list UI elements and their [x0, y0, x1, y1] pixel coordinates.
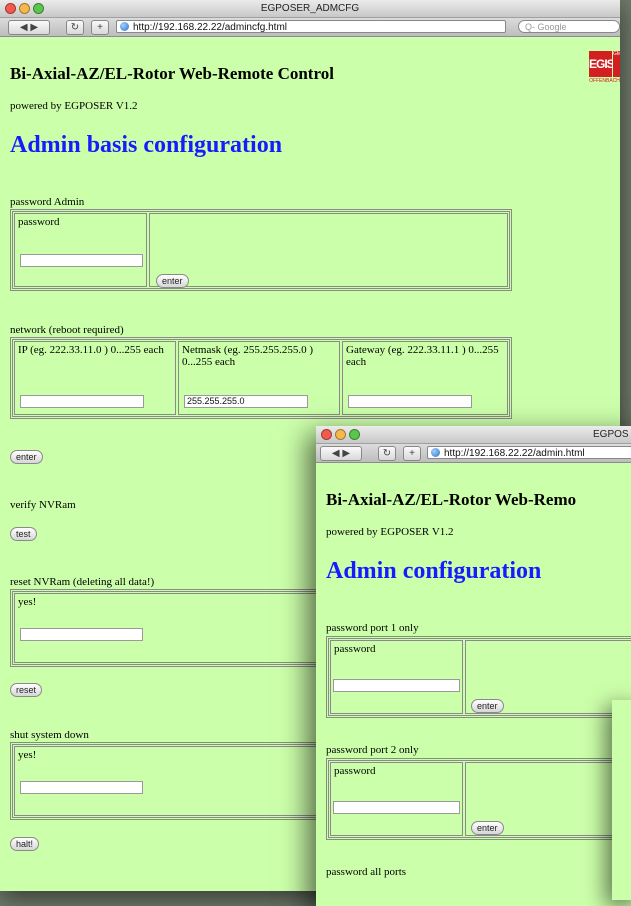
network-label: network (reboot required): [10, 324, 124, 336]
reset-button[interactable]: reset: [10, 683, 43, 697]
reload-button[interactable]: ↻: [378, 446, 396, 461]
port2-password-label: password port 2 only: [326, 744, 419, 756]
browser-toolbar: ◀ ▶ ↻ + http://192.168.22.22/admincfg.ht…: [0, 18, 620, 37]
gateway-label: Gateway (eg. 222.33.11.1 ) 0...255 each: [346, 344, 499, 368]
window-title: EGPOSER_ADMCFG: [260, 3, 360, 14]
port1-password-label: password port 1 only: [326, 622, 419, 634]
window-titlebar: EGPOSER_ADMCFG: [0, 0, 620, 18]
netmask-label: Netmask (eg. 255.255.255.0 ) 0...255 eac…: [182, 344, 314, 368]
add-bookmark-icon: +: [97, 22, 103, 33]
window-controls: [321, 429, 360, 440]
app-title: Bi-Axial-AZ/EL-Rotor Web-Remo: [326, 490, 577, 509]
powered-by: powered by EGPOSER V1.2: [326, 526, 454, 538]
search-placeholder: Q- Google: [525, 22, 567, 32]
address-bar[interactable]: http://192.168.22.22/admin.html: [427, 446, 631, 459]
port2-password-table: password enter: [326, 758, 631, 840]
shutdown-label: shut system down: [10, 729, 89, 741]
browser-toolbar: ◀ ▶ ↻ + http://192.168.22.22/admin.html: [316, 444, 631, 463]
zoom-window-button[interactable]: [33, 3, 44, 14]
reset-nvram-label: reset NVRam (deleting all data!): [10, 576, 155, 588]
verify-test-button[interactable]: test: [10, 527, 37, 541]
password-enter-button[interactable]: enter: [156, 274, 189, 288]
forward-icon[interactable]: ▶: [342, 448, 350, 459]
reload-button[interactable]: ↻: [66, 20, 84, 35]
page-content: Bi-Axial-AZ/EL-Rotor Web-Remo powered by…: [316, 462, 631, 906]
password-field-cell: password: [14, 213, 147, 287]
logo-side-text: GMBH: [613, 51, 620, 77]
password-admin-label: password Admin: [10, 196, 85, 208]
page-heading: Admin basis configuration: [10, 132, 283, 158]
window-titlebar: EGPOS: [316, 426, 631, 444]
minimize-window-button[interactable]: [335, 429, 346, 440]
zoom-window-button[interactable]: [349, 429, 360, 440]
window-controls: [5, 3, 44, 14]
back-forward-button[interactable]: ◀ ▶: [320, 446, 362, 461]
gateway-input[interactable]: [348, 395, 472, 408]
reload-icon: ↻: [70, 22, 80, 33]
port1-password-table: password enter: [326, 636, 631, 718]
port1-enter-button[interactable]: enter: [471, 699, 504, 713]
port1-password-input[interactable]: [333, 679, 460, 692]
shutdown-field-label: yes!: [18, 749, 37, 761]
reset-confirm-input[interactable]: [20, 628, 143, 641]
minimize-window-button[interactable]: [19, 3, 30, 14]
all-ports-password-label: password all ports: [326, 866, 407, 878]
verify-nvram-label: verify NVRam: [10, 499, 76, 511]
password-button-cell: [149, 213, 508, 287]
network-enter-button[interactable]: enter: [10, 450, 43, 464]
ip-label: IP (eg. 222.33.11.0 ) 0...255 each: [18, 344, 164, 356]
ip-input[interactable]: [20, 395, 144, 408]
forward-icon[interactable]: ▶: [30, 22, 38, 33]
add-bookmark-button[interactable]: +: [91, 20, 109, 35]
globe-icon: [431, 448, 440, 457]
add-bookmark-icon: +: [409, 448, 415, 459]
address-bar-url: http://192.168.22.22/admincfg.html: [133, 22, 287, 33]
password-field-label: password: [18, 216, 60, 228]
powered-by: powered by EGPOSER V1.2: [10, 100, 138, 112]
port2-field-label: password: [334, 765, 376, 777]
shutdown-confirm-input[interactable]: [20, 781, 143, 794]
page-heading: Admin configuration: [326, 558, 542, 584]
close-window-button[interactable]: [321, 429, 332, 440]
globe-icon: [120, 22, 129, 31]
port1-field-cell: password: [330, 640, 463, 714]
admin-password-input[interactable]: [20, 254, 143, 267]
logo-main-text: EGIS: [589, 51, 615, 77]
close-window-button[interactable]: [5, 3, 16, 14]
port2-enter-button[interactable]: enter: [471, 821, 504, 835]
address-bar-url: http://192.168.22.22/admin.html: [444, 448, 585, 459]
port1-field-label: password: [334, 643, 376, 655]
add-bookmark-button[interactable]: +: [403, 446, 421, 461]
app-title: Bi-Axial-AZ/EL-Rotor Web-Remote Control: [10, 64, 334, 83]
egis-logo: EGIS GMBH OFFENBACH: [589, 51, 620, 85]
halt-button[interactable]: halt!: [10, 837, 40, 851]
logo-foot-text: OFFENBACH: [589, 78, 620, 84]
background-window-edge: [612, 700, 631, 900]
back-icon[interactable]: ◀: [332, 448, 340, 459]
port2-field-cell: password: [330, 762, 463, 836]
reset-field-label: yes!: [18, 596, 37, 608]
window-title: EGPOS: [593, 429, 629, 440]
netmask-input[interactable]: 255.255.255.0: [184, 395, 308, 408]
back-icon[interactable]: ◀: [20, 22, 28, 33]
reload-icon: ↻: [382, 448, 392, 459]
back-forward-button[interactable]: ◀ ▶: [8, 20, 50, 35]
network-table: IP (eg. 222.33.11.0 ) 0...255 each Netma…: [10, 337, 512, 419]
address-bar[interactable]: http://192.168.22.22/admincfg.html: [116, 20, 506, 33]
search-field[interactable]: Q- Google: [518, 20, 620, 33]
browser-window-admin: EGPOS ◀ ▶ ↻ + http://192.168.22.22/admin…: [316, 426, 631, 906]
password-admin-table: password enter: [10, 209, 512, 291]
port2-password-input[interactable]: [333, 801, 460, 814]
